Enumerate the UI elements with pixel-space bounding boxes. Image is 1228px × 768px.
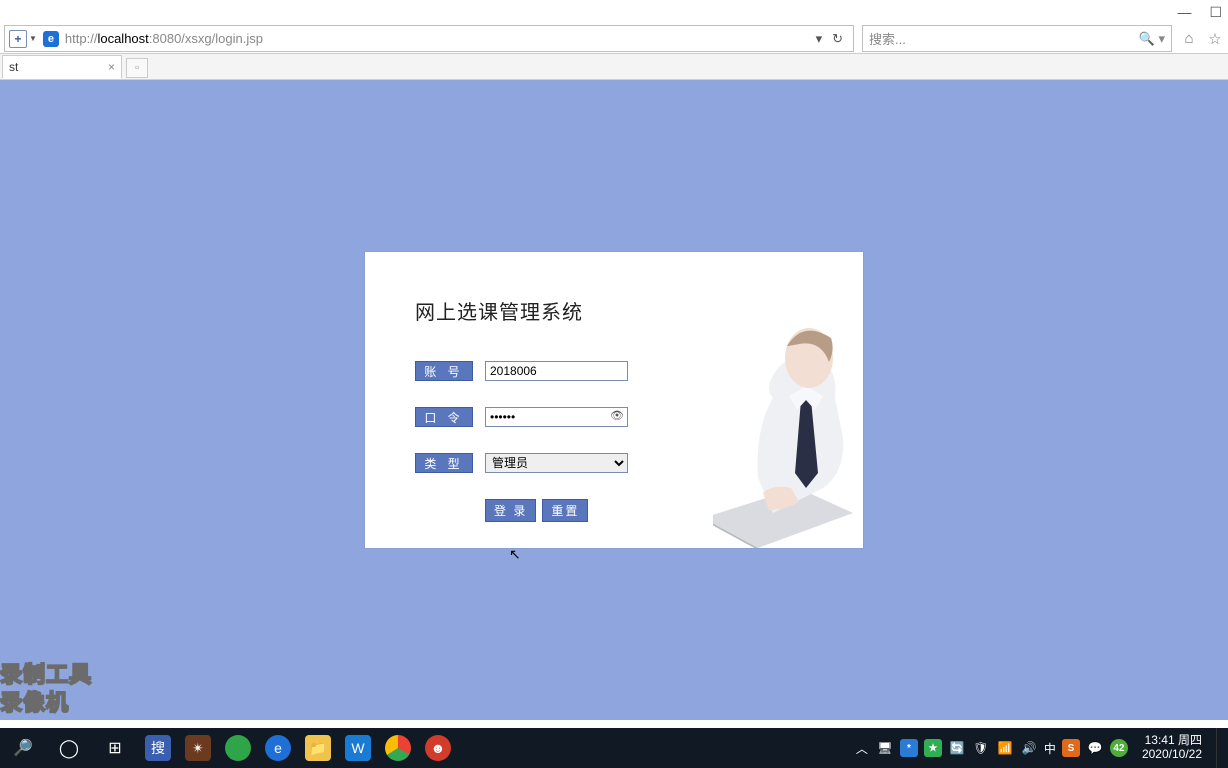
window-titlebar: — ☐ ✕	[0, 0, 1228, 24]
url-text[interactable]: http://localhost:8080/xsxg/login.jsp	[65, 31, 810, 46]
tray-blue-icon[interactable]: *	[900, 739, 918, 757]
tray-monitor-icon[interactable]: 🖥	[876, 739, 894, 757]
nav-dropdown-icon[interactable]: ▼	[29, 34, 37, 43]
system-tray: 🖥 * ★ 🔄 🛡 📶 🔊 中 S 💬 42	[876, 739, 1128, 757]
login-card: 网上选课管理系统 账 号 口 令 👁 类 型 管理员 登 录	[365, 252, 863, 548]
home-icon[interactable]: ⌂	[1176, 24, 1202, 53]
password-reveal-icon[interactable]: 👁	[610, 409, 624, 422]
browser-tab[interactable]: st ×	[2, 55, 122, 79]
taskbar-sogou-icon[interactable]: 搜	[138, 728, 178, 768]
login-title: 网上选课管理系统	[415, 296, 713, 325]
tab-title: st	[9, 60, 18, 74]
tray-shield-icon[interactable]: 🛡	[972, 739, 990, 757]
taskbar-app2-icon[interactable]	[218, 728, 258, 768]
tray-expand-icon[interactable]: ︿	[856, 740, 868, 757]
task-view-icon[interactable]: ⊞	[92, 728, 138, 768]
taskbar-chrome-icon[interactable]	[378, 728, 418, 768]
taskbar: 🔎 ◯ ⊞ 搜 ✴ e 📁 W ☻ ︿ 🖥 * ★ 🔄 🛡 📶 🔊 中 S 💬 …	[0, 728, 1228, 768]
tray-wifi-icon[interactable]: 📶	[996, 739, 1014, 757]
password-input[interactable]	[485, 407, 628, 427]
cortana-circle-icon[interactable]: ◯	[46, 728, 92, 768]
tray-sync-icon[interactable]: 🔄	[948, 739, 966, 757]
search-icon[interactable]: 🔍	[1139, 31, 1155, 46]
password-label: 口 令	[415, 407, 473, 427]
new-tab-button[interactable]: ▫	[126, 58, 148, 78]
search-box[interactable]: 搜索... 🔍 ▾	[862, 25, 1172, 52]
taskbar-app3-icon[interactable]: ☻	[418, 728, 458, 768]
favorites-icon[interactable]: ☆	[1202, 24, 1228, 53]
window-minimize[interactable]: —	[1177, 4, 1191, 20]
refresh-icon[interactable]: ↻	[832, 31, 843, 47]
address-bar[interactable]: + ▼ e http://localhost:8080/xsxg/login.j…	[4, 25, 854, 52]
search-placeholder: 搜索...	[869, 29, 906, 48]
type-select[interactable]: 管理员	[485, 453, 628, 473]
taskbar-clock[interactable]: 13:41 周四 2020/10/22	[1136, 734, 1208, 762]
account-input[interactable]	[485, 361, 628, 381]
url-dropdown-icon[interactable]: ▾	[816, 31, 823, 47]
tray-orange-icon[interactable]: S	[1062, 739, 1080, 757]
ie-logo-icon: e	[43, 31, 59, 47]
search-dropdown-icon[interactable]: ▾	[1158, 31, 1165, 46]
taskbar-wps-icon[interactable]: W	[338, 728, 378, 768]
reset-button[interactable]: 重置	[542, 499, 588, 522]
tray-volume-icon[interactable]: 🔊	[1020, 739, 1038, 757]
account-label: 账 号	[415, 361, 473, 381]
show-desktop-button[interactable]	[1216, 728, 1222, 768]
page-viewport: 网上选课管理系统 账 号 口 令 👁 类 型 管理员 登 录	[0, 80, 1228, 720]
recorder-watermark: 录制工具 录像机	[0, 661, 92, 718]
start-button[interactable]: 🔎	[0, 728, 46, 768]
tray-ime-icon[interactable]: 中	[1044, 740, 1056, 757]
type-label: 类 型	[415, 453, 473, 473]
tab-strip: st × ▫	[0, 54, 1228, 80]
taskbar-explorer-icon[interactable]: 📁	[298, 728, 338, 768]
tab-close-icon[interactable]: ×	[108, 60, 115, 74]
tray-badge-42[interactable]: 42	[1110, 739, 1128, 757]
window-maximize[interactable]: ☐	[1209, 4, 1222, 21]
nav-back-plus-icon[interactable]: +	[9, 30, 27, 48]
tray-chat-icon[interactable]: 💬	[1086, 739, 1104, 757]
tray-green-icon[interactable]: ★	[924, 739, 942, 757]
address-toolbar: + ▼ e http://localhost:8080/xsxg/login.j…	[0, 24, 1228, 54]
mouse-cursor-icon: ↖	[509, 546, 521, 563]
login-illustration	[713, 252, 863, 548]
taskbar-ie-icon[interactable]: e	[258, 728, 298, 768]
taskbar-app1-icon[interactable]: ✴	[178, 728, 218, 768]
login-button[interactable]: 登 录	[485, 499, 536, 522]
